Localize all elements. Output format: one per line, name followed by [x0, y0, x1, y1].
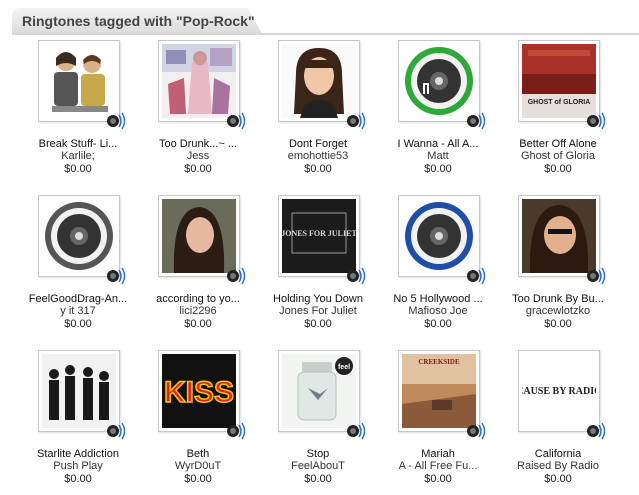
ringtone-artist[interactable]: gracewlotzko [480, 305, 636, 317]
ringtone-name[interactable]: California [480, 448, 636, 460]
ringtone-name[interactable]: Too Drunk By Bu... [480, 293, 636, 305]
kiss-logo-art: KISS [162, 354, 236, 428]
ringtone-price: $0.00 [544, 318, 572, 330]
ringtone-card[interactable]: CAUSE BY RADIO California Raised By Radi… [480, 350, 606, 495]
concert-photo-art [162, 44, 236, 118]
blue-speaker-icon [402, 199, 476, 273]
portrait-art [282, 44, 356, 118]
ringtone-card[interactable]: No 5 Hollywood ... Mafioso Joe $0.00 [360, 195, 486, 340]
album-cover-road: CREEKSIDE [402, 354, 476, 428]
ringtone-card[interactable]: I Wanna - All A... Matt $0.00 [360, 40, 486, 185]
ringtone-card[interactable]: KISS Beth WyrD0uT $0.00 [120, 350, 246, 495]
gray-speaker-icon [42, 199, 116, 273]
ringtone-grid: Break Stuff- Li... Karlile; $0.00 Too Dr… [0, 0, 639, 489]
ringtone-card[interactable]: Break Stuff- Li... Karlile; $0.00 [0, 40, 126, 185]
ringtone-card[interactable]: Starlite Addiction Push Play $0.00 [0, 350, 126, 495]
ringtone-card[interactable]: according to yo... lici2296 $0.00 [120, 195, 246, 340]
text-logo-art: CAUSE BY RADIO [522, 354, 596, 428]
feel-logo-text: feel [338, 364, 350, 371]
portrait-art [522, 199, 596, 273]
ringtone-card[interactable]: Too Drunk By Bu... gracewlotzko $0.00 [480, 195, 606, 340]
ringtone-price: $0.00 [544, 163, 572, 175]
ringtone-artist[interactable]: Ghost of Gloria [480, 150, 636, 162]
ringtone-price: $0.00 [544, 473, 572, 485]
ringtone-card[interactable]: feel Stop FeelAbouT $0.00 [240, 350, 366, 495]
kiss-logo-text: KISS [164, 376, 234, 409]
ringtone-artist[interactable]: Raised By Radio [480, 460, 636, 472]
play-speaker-icon[interactable] [586, 110, 608, 132]
band-photo-art [42, 354, 116, 428]
band-logo-art: JONES FOR JULIET [282, 199, 356, 273]
album-cover-text: GHOST of GLORIA [528, 99, 591, 106]
play-speaker-icon[interactable] [586, 420, 608, 442]
ringtone-card[interactable]: CREEKSIDE Mariah A - All Free Fu... $0.0… [360, 350, 486, 495]
ringtone-card[interactable]: JONES FOR JULIET Holding You Down Jones … [240, 195, 366, 340]
ringtone-card[interactable]: Dont Forget emohottie53 $0.00 [240, 40, 366, 185]
album-cover-red: GHOST of GLORIA [522, 44, 596, 118]
text-logo-text: CAUSE BY RADIO [522, 386, 596, 397]
ringtone-card[interactable]: FeelGoodDrag-An... y it 317 $0.00 [0, 195, 127, 340]
cartoon-duo-art [42, 44, 116, 118]
green-speaker-icon [402, 44, 476, 118]
ringtone-card[interactable]: GHOST of GLORIA Better Off Alone Ghost o… [480, 40, 606, 185]
ringtone-card[interactable]: Too Drunk...~ ... Jess $0.00 [120, 40, 246, 185]
play-speaker-icon[interactable] [586, 265, 608, 287]
album-cover-text: CREEKSIDE [418, 358, 460, 366]
band-logo-text: JONES FOR JULIET [282, 229, 356, 238]
portrait-art [162, 199, 236, 273]
jar-art: feel [282, 354, 356, 428]
ringtone-name[interactable]: Better Off Alone [480, 138, 636, 150]
